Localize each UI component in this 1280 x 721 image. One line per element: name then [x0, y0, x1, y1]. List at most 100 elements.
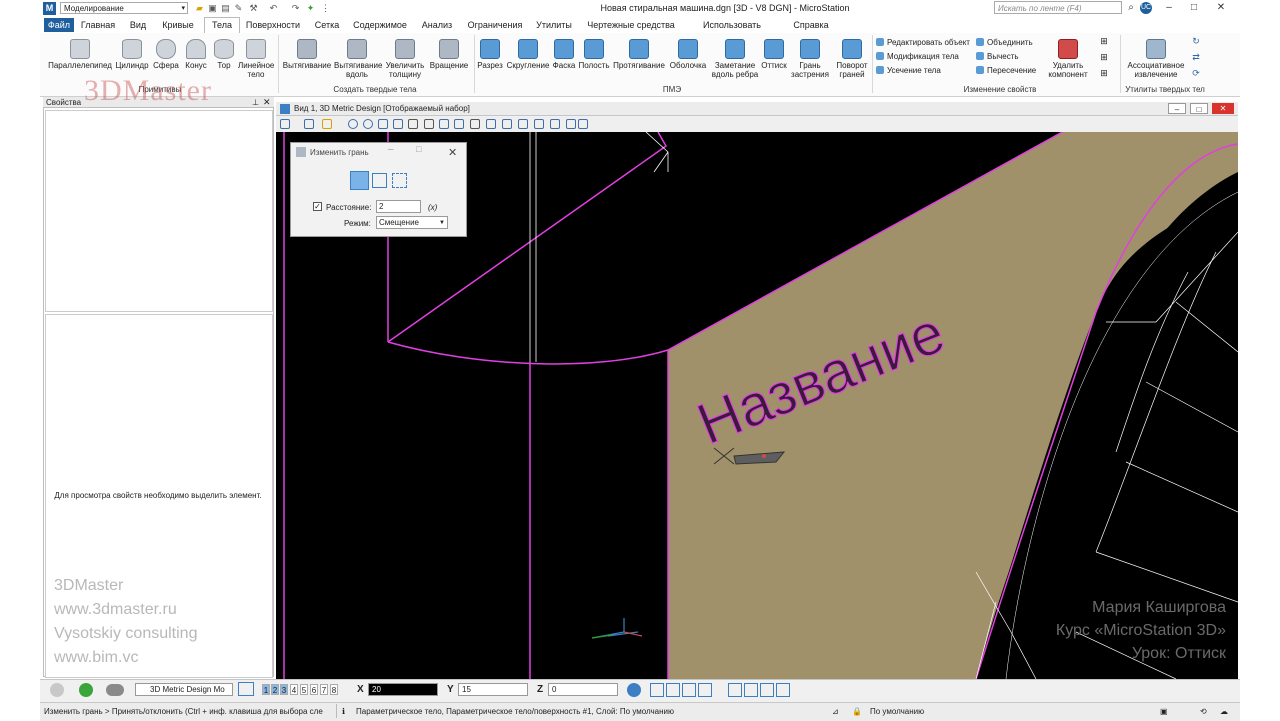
- rotate-view-icon[interactable]: [408, 119, 418, 129]
- intersect-button[interactable]: Пересечение: [976, 66, 1036, 76]
- top-view-icon[interactable]: [650, 683, 664, 697]
- revolve-button[interactable]: Вращение: [428, 39, 470, 70]
- sphere-button[interactable]: Сфера: [152, 39, 180, 70]
- front-view-icon[interactable]: [666, 683, 680, 697]
- tab-help[interactable]: Справка: [790, 18, 832, 32]
- rotate-y-icon[interactable]: [744, 683, 758, 697]
- save-status-icon[interactable]: ▣: [1160, 707, 1168, 716]
- cone-button[interactable]: Конус: [182, 39, 210, 70]
- tab-curves[interactable]: Кривые: [158, 18, 198, 32]
- edit-object-button[interactable]: Редактировать объект: [876, 38, 970, 48]
- tab-surfaces[interactable]: Поверхности: [244, 18, 302, 32]
- torus-button[interactable]: Тор: [212, 39, 236, 70]
- close-icon[interactable]: ✕: [1212, 1, 1230, 15]
- tab-mesh[interactable]: Сетка: [310, 18, 344, 32]
- chamfer-button[interactable]: Фаска: [550, 39, 578, 70]
- properties-icon[interactable]: ✎: [233, 3, 244, 13]
- linear-solid-button[interactable]: Линейное тело: [238, 39, 274, 79]
- close-icon[interactable]: ✕: [263, 97, 271, 108]
- view-6-button[interactable]: 6: [310, 684, 318, 695]
- associative-extract-button[interactable]: Ассоциативное извлечение: [1122, 39, 1190, 79]
- distance-checkbox[interactable]: ✓: [313, 202, 322, 211]
- mode-select[interactable]: Смещение ▼: [376, 216, 448, 229]
- rotate-z-icon[interactable]: [760, 683, 774, 697]
- snap-icon[interactable]: ⊿: [832, 707, 839, 716]
- side-view-icon[interactable]: [682, 683, 696, 697]
- maximize-icon[interactable]: □: [1185, 1, 1203, 15]
- cloud-icon[interactable]: ☁: [1220, 707, 1228, 716]
- solid-mode-button[interactable]: [372, 173, 387, 188]
- workflow-select[interactable]: Моделирование ▾: [60, 2, 188, 14]
- view-minimize-icon[interactable]: –: [1168, 103, 1186, 114]
- edge-mode-button[interactable]: [392, 173, 407, 188]
- trim-solid-button[interactable]: Усечение тела: [876, 66, 941, 76]
- view-previous-icon[interactable]: [439, 119, 449, 129]
- dialog-maximize-icon[interactable]: □: [416, 144, 421, 154]
- pan-icon[interactable]: [424, 119, 434, 129]
- zoom-in-icon[interactable]: [348, 119, 358, 129]
- box-button[interactable]: Параллелепипед: [48, 39, 112, 70]
- view-toggles-icon[interactable]: [486, 119, 496, 129]
- view-7-button[interactable]: 7: [320, 684, 328, 695]
- cylinder-button[interactable]: Цилиндр: [114, 39, 150, 70]
- tab-view[interactable]: Вид: [126, 18, 150, 32]
- save-icon[interactable]: ▣: [207, 3, 218, 13]
- tab-constraints[interactable]: Ограничения: [464, 18, 526, 32]
- rotate-x-icon[interactable]: [728, 683, 742, 697]
- fillet-button[interactable]: Скругление: [506, 39, 550, 70]
- undo-icon[interactable]: ↶: [268, 3, 279, 13]
- link-icon[interactable]: ⇄: [1190, 53, 1202, 62]
- dialog-close-icon[interactable]: ✕: [448, 146, 457, 159]
- tab-collaborate[interactable]: Использовать совместно: [682, 18, 782, 44]
- print-icon[interactable]: ▤: [220, 3, 231, 13]
- rotate-faces-button[interactable]: Поворот граней: [832, 39, 872, 79]
- view-maximize-icon[interactable]: □: [1190, 103, 1208, 114]
- face-button[interactable]: Грань застрения: [790, 39, 830, 79]
- view-5-button[interactable]: 5: [300, 684, 308, 695]
- dialog-minimize-icon[interactable]: –: [388, 144, 394, 155]
- clip-volume-icon[interactable]: [502, 119, 512, 129]
- imprint-button[interactable]: Оттиск: [760, 39, 788, 70]
- thicken-button[interactable]: Увеличить толщину: [382, 39, 428, 79]
- view-8-button[interactable]: 8: [330, 684, 338, 695]
- back-icon[interactable]: [50, 683, 64, 697]
- y-input[interactable]: 15: [458, 683, 528, 696]
- search-icon[interactable]: ⌕: [1122, 1, 1140, 15]
- delete-component-button[interactable]: Удалить компонент: [1040, 39, 1096, 79]
- view-4-button[interactable]: 4: [290, 684, 298, 695]
- sync-icon[interactable]: ⟳: [1190, 69, 1202, 78]
- zoom-out-icon[interactable]: [363, 119, 373, 129]
- z-input[interactable]: 0: [548, 683, 618, 696]
- refresh-icon[interactable]: ↻: [1190, 37, 1202, 46]
- view-group-select[interactable]: 3D Metric Design Mo: [135, 683, 233, 696]
- variable-button[interactable]: (x): [428, 203, 437, 212]
- active-level[interactable]: По умолчанию: [870, 707, 924, 716]
- more-tools-icon[interactable]: ⊞: [1098, 53, 1110, 62]
- pin-icon[interactable]: ⊥: [252, 98, 259, 107]
- user-avatar[interactable]: UC: [1140, 2, 1152, 14]
- extrude-button[interactable]: Вытягивание: [282, 39, 332, 70]
- ribbon-search-input[interactable]: Искать по ленте (F4): [994, 1, 1122, 14]
- sweep-edge-button[interactable]: Заметание вдоль ребра: [710, 39, 760, 79]
- lock-icon[interactable]: 🔒: [852, 707, 862, 716]
- view-groups-icon[interactable]: [106, 684, 124, 696]
- open-folder-icon[interactable]: ▰: [194, 3, 205, 13]
- tab-home[interactable]: Главная: [78, 18, 118, 32]
- x-input[interactable]: 20: [368, 683, 438, 696]
- microstation-logo-icon[interactable]: M: [43, 2, 56, 15]
- views-icon[interactable]: [238, 682, 254, 696]
- lighting-icon[interactable]: [322, 119, 332, 129]
- redo-icon[interactable]: ↷: [290, 3, 301, 13]
- tab-file[interactable]: Файл: [44, 18, 74, 32]
- copy-view-icon[interactable]: [518, 119, 528, 129]
- tab-utilities[interactable]: Утилиты: [532, 18, 576, 32]
- tab-content[interactable]: Содержимое: [350, 18, 410, 32]
- view-cube-icon[interactable]: [776, 683, 790, 697]
- display-style-icon[interactable]: [304, 119, 314, 129]
- distance-input[interactable]: 2: [376, 200, 421, 213]
- view-close-icon[interactable]: ✕: [1212, 103, 1234, 114]
- subtract-button[interactable]: Вычесть: [976, 52, 1019, 62]
- render-icon[interactable]: [566, 119, 576, 129]
- save-view-icon[interactable]: [578, 119, 588, 129]
- section-icon[interactable]: [534, 119, 544, 129]
